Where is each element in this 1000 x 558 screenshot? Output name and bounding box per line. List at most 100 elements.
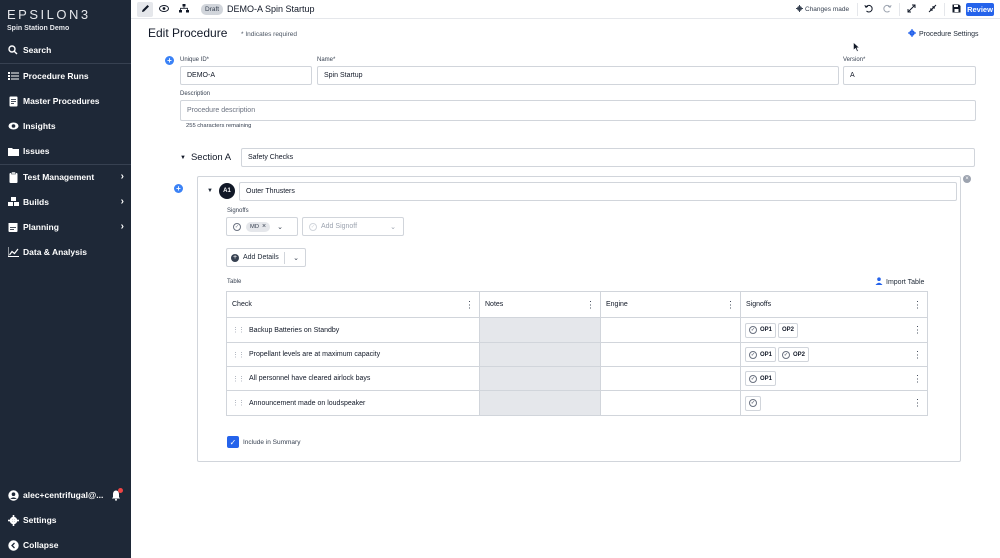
include-summary-checkbox[interactable]: ✓ (227, 436, 239, 448)
sidebar-item-master-procedures[interactable]: Master Procedures (0, 92, 131, 110)
check-cell: All personnel have cleared airlock bays (249, 375, 371, 382)
drag-handle-icon[interactable]: ⋮⋮ (232, 351, 245, 359)
drag-handle-icon[interactable]: ⋮⋮ (232, 326, 245, 334)
edit-mode-button[interactable] (137, 2, 153, 17)
column-header-label: Notes (485, 301, 504, 308)
expand-button[interactable] (903, 2, 919, 17)
engine-cell[interactable] (601, 367, 741, 391)
caret-down-icon[interactable]: ▼ (207, 188, 213, 194)
sidebar-item-settings[interactable]: Settings (0, 511, 131, 529)
check-circle-icon: ✓ (782, 350, 791, 359)
signoff-button[interactable]: ✓ OP2 (778, 347, 810, 362)
column-header-label: Check (232, 301, 252, 308)
sidebar-item-planning[interactable]: Planning › (0, 218, 131, 236)
kebab-menu-icon[interactable]: ⋮ (913, 350, 922, 359)
signoffs-cell: ✓ OP1 OP2 ⋮ (741, 318, 927, 343)
engine-cell[interactable] (601, 343, 741, 367)
include-summary-label: Include in Summary (243, 439, 301, 446)
check-circle-icon: ✓ (749, 374, 757, 383)
add-signoff-select[interactable]: ✓ Add Signoff ⌄ (302, 217, 404, 236)
sidebar-item-builds[interactable]: Builds › (0, 193, 131, 211)
kebab-menu-icon[interactable]: ⋮ (913, 398, 922, 408)
kebab-menu-icon[interactable]: ⋮ (586, 300, 595, 309)
sidebar-item-issues[interactable]: Issues (0, 142, 131, 160)
signoff-button[interactable]: ✓ OP1 (745, 371, 777, 386)
chevron-down-icon: ⌄ (390, 223, 396, 231)
sidebar-item-label: Procedure Runs (23, 71, 89, 81)
add-header-button[interactable]: + (165, 56, 174, 65)
changes-indicator: Changes made (796, 5, 849, 14)
step-badge: A1 (219, 183, 235, 199)
drag-handle-icon[interactable]: ⋮⋮ (232, 399, 245, 407)
sidebar-item-label: Test Management (23, 172, 95, 182)
sidebar-collapse[interactable]: Collapse (0, 536, 131, 554)
table-row[interactable]: ⋮⋮ Announcement made on loudspeaker (227, 391, 480, 415)
column-header-signoffs[interactable]: Signoffs ⋮ (741, 292, 927, 318)
signoff-button[interactable]: ✓ OP1 (745, 322, 777, 338)
kebab-menu-icon[interactable]: ⋮ (726, 300, 735, 309)
name-input[interactable]: Spin Startup (317, 66, 839, 85)
sidebar-item-procedure-runs[interactable]: Procedure Runs (0, 67, 131, 85)
preview-button[interactable] (156, 2, 172, 17)
signoff-role: OP1 (760, 351, 773, 358)
signoff-role: OP2 (782, 327, 795, 333)
calendar-icon (7, 221, 19, 233)
save-button[interactable] (948, 2, 964, 17)
status-badge: Draft (201, 4, 224, 15)
clipboard-icon (7, 171, 19, 183)
column-header-label: Signoffs (746, 301, 772, 308)
structure-button[interactable] (176, 2, 192, 17)
sidebar-item-label: Builds (23, 197, 49, 207)
kebab-menu-icon[interactable]: ⋮ (913, 325, 922, 335)
close-icon[interactable]: × (262, 223, 266, 230)
column-header-engine[interactable]: Engine ⋮ (601, 292, 741, 318)
engine-cell[interactable] (601, 391, 741, 415)
add-details-button[interactable]: + Add Details ⌄ (226, 248, 306, 267)
signoff-button[interactable]: OP2 (778, 322, 799, 338)
drag-handle-icon[interactable]: ⋮⋮ (232, 375, 245, 383)
step-name-input[interactable]: Outer Thrusters (239, 182, 957, 201)
column-header-check[interactable]: Check ⋮ (227, 292, 480, 318)
workspace-name: Spin Station Demo (7, 25, 70, 32)
uid-input[interactable]: DEMO-A (180, 66, 312, 85)
description-input[interactable]: Procedure description (180, 100, 976, 121)
sidebar-item-test-management[interactable]: Test Management › (0, 168, 131, 186)
sidebar-item-search[interactable]: Search (0, 41, 131, 59)
import-table-button[interactable]: Import Table (875, 277, 924, 287)
add-signoff-placeholder: Add Signoff (321, 223, 358, 230)
sidebar-item-data-analysis[interactable]: Data & Analysis (0, 243, 131, 261)
gear-icon (7, 514, 19, 526)
signoff-select[interactable]: ✓ MD × ⌄ (226, 217, 298, 236)
redo-button[interactable] (879, 2, 895, 17)
kebab-menu-icon[interactable]: ⋮ (913, 374, 922, 383)
kebab-menu-icon[interactable]: ⋮ (913, 300, 922, 309)
check-cell: Backup Batteries on Standby (249, 326, 340, 334)
expand-icon (907, 4, 916, 15)
table-row[interactable]: ⋮⋮ Backup Batteries on Standby (227, 318, 480, 343)
collapse-button[interactable] (924, 2, 940, 17)
signoff-button[interactable]: ✓ OP1 (745, 347, 777, 362)
sidebar-item-label: Collapse (23, 540, 59, 550)
procedure-settings-link[interactable]: Procedure Settings (908, 29, 979, 39)
column-header-notes[interactable]: Notes ⋮ (480, 292, 601, 318)
signoff-button[interactable]: ✓ (745, 395, 761, 411)
signoffs-label: Signoffs (227, 208, 249, 214)
notes-cell (480, 343, 601, 367)
notes-cell (480, 367, 601, 391)
kebab-menu-icon[interactable]: ⋮ (465, 300, 474, 309)
engine-cell[interactable] (601, 318, 741, 343)
divider (0, 164, 131, 165)
sidebar-item-insights[interactable]: Insights (0, 117, 131, 135)
table-row[interactable]: ⋮⋮ All personnel have cleared airlock ba… (227, 367, 480, 391)
remove-step-button[interactable]: × (963, 175, 971, 183)
table-row[interactable]: ⋮⋮ Propellant levels are at maximum capa… (227, 343, 480, 367)
chevron-right-icon: › (120, 196, 124, 207)
undo-button[interactable] (860, 2, 876, 17)
add-step-button[interactable]: + (174, 184, 183, 193)
review-button[interactable]: Review (966, 3, 994, 16)
section-name-input[interactable]: Safety Checks (241, 148, 975, 167)
section-header[interactable]: ▼ Section A (180, 152, 231, 163)
version-input[interactable]: A (843, 66, 976, 85)
pencil-icon (141, 4, 150, 15)
chars-remaining: 255 characters remaining (186, 123, 252, 129)
